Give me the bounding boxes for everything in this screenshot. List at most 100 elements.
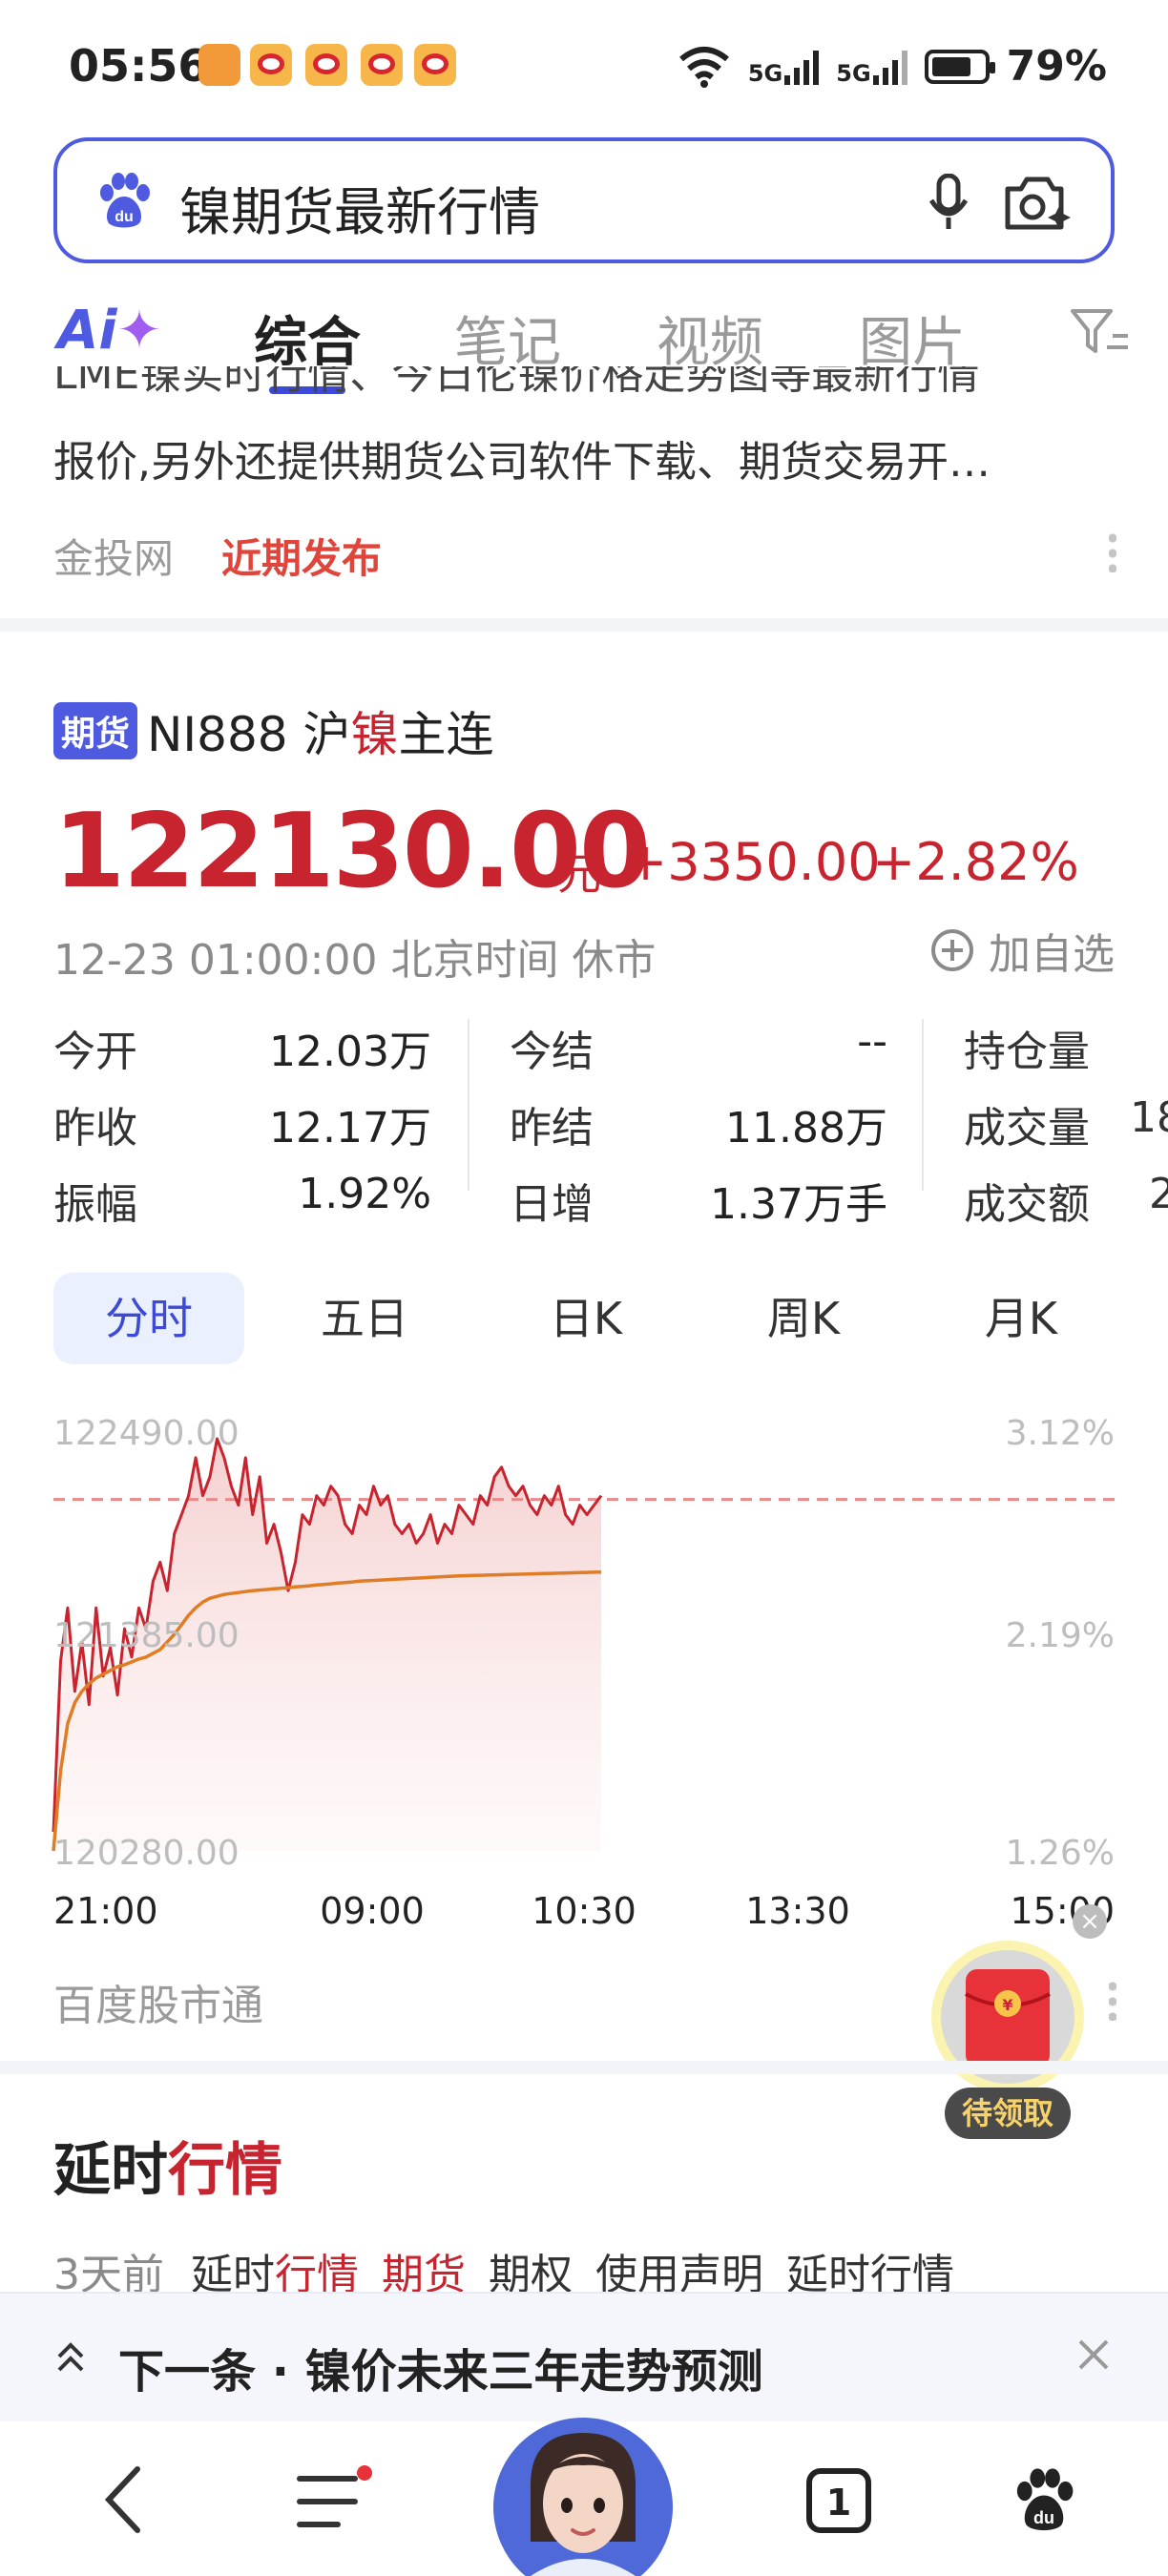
result-cut-line: LME镍实时行情、今日伦镍价格走势图等最新行情 (53, 366, 1103, 401)
futures-name: NI888 沪镍主连 (147, 696, 493, 765)
close-widget-icon[interactable]: × (1073, 1904, 1107, 1939)
futures-highlight: 镍 (350, 707, 399, 762)
baidu-paw-icon[interactable]: du (1010, 2465, 1078, 2534)
price-unit: 元 (557, 848, 601, 900)
signal-label: 5G (836, 59, 871, 87)
chart-tab-intraday[interactable]: 分时 (53, 1273, 244, 1364)
y-tick-label-left: 121385.00 (53, 1616, 240, 1655)
stat-label-settle: 今结 (510, 1028, 594, 1076)
price-change: +3350.00 (624, 832, 881, 892)
tab-videos[interactable]: 视频 (657, 300, 763, 377)
assistant-avatar[interactable] (492, 2418, 674, 2576)
signal-5g-icon: 5G (836, 49, 907, 85)
x-tick-label: 09:00 (320, 1890, 425, 1927)
chart-tab-daily-k[interactable]: 日K (490, 1273, 681, 1364)
red-packet-icon: ¥ 待领取 (931, 1941, 1084, 2139)
back-icon[interactable] (99, 2463, 149, 2536)
stat-label-prev-settle: 昨结 (510, 1104, 594, 1153)
weibo-notification-icon (305, 44, 347, 86)
price-change-percent: +2.82% (872, 832, 1079, 892)
section-divider (0, 2061, 1168, 2074)
stat-value-prev-close: 12.17万 (269, 1104, 431, 1153)
weibo-notification-icon (414, 44, 456, 86)
camera-ai-icon[interactable] (1002, 174, 1073, 233)
x-tick-label: 13:30 (745, 1890, 850, 1927)
delayed-title-red: 行情 (168, 2137, 282, 2204)
stat-divider (468, 1019, 469, 1191)
svg-text:du: du (115, 209, 134, 225)
status-bar: 05:56 5G 5G 79% (0, 0, 1168, 134)
battery-percent: 79% (1006, 42, 1107, 91)
next-result-bar[interactable]: 下一条 · 镍价未来三年走势预测 (0, 2292, 1168, 2421)
baidu-paw-icon: du (100, 173, 150, 228)
system-icons: 5G 5G 79% (678, 42, 1107, 91)
delayed-market-title[interactable]: 延时行情 (53, 2124, 282, 2207)
stat-divider (922, 1019, 924, 1191)
filter-icon[interactable] (1069, 305, 1130, 359)
stat-value-open: 12.03万 (269, 1028, 431, 1076)
ai-tab[interactable]: Ai✦ (57, 300, 161, 362)
tab-count: 1 (826, 2482, 851, 2524)
more-options-icon[interactable] (1109, 1979, 1116, 2021)
tab-comprehensive[interactable]: 综合 (254, 300, 361, 394)
add-circle-icon (931, 929, 973, 971)
tabs-icon[interactable]: 1 (805, 2467, 872, 2534)
y-tick-label-left: 122490.00 (53, 1414, 240, 1453)
microphone-icon[interactable] (928, 174, 970, 231)
red-packet-widget[interactable]: ¥ 待领取 (928, 1937, 1088, 2147)
chart-tab-five-day[interactable]: 五日 (269, 1273, 460, 1364)
stat-value-daily-increase: 1.37万手 (710, 1180, 887, 1229)
y-tick-label-right: 2.19% (1006, 1616, 1115, 1655)
stat-value-turnover: 2 (1149, 1170, 1168, 1218)
search-input[interactable]: 镍期货最新行情 (179, 170, 540, 245)
futures-badge: 期货 (53, 702, 138, 759)
red-packet-label: 待领取 (962, 2095, 1053, 2131)
chart-source[interactable]: 百度股市通 (53, 1971, 263, 2032)
svg-text:du: du (1033, 2508, 1054, 2527)
stat-value-volume: 18 (1130, 1093, 1168, 1142)
futures-suffix: 主连 (398, 707, 494, 762)
stat-label-prev-close: 昨收 (53, 1104, 137, 1153)
more-options-icon[interactable] (1109, 530, 1116, 572)
close-icon[interactable] (1073, 2334, 1115, 2376)
chart-tab-weekly-k[interactable]: 周K (708, 1273, 899, 1364)
ai-label: Ai (57, 300, 117, 362)
stat-label-daily-increase: 日增 (510, 1180, 594, 1229)
y-tick-label-right: 1.26% (1006, 1834, 1115, 1873)
add-watchlist-button[interactable]: 加自选 (931, 920, 1115, 981)
futures-title[interactable]: 期货 NI888 沪镍主连 (53, 696, 494, 765)
battery-icon (924, 49, 995, 84)
result-recent-tag: 近期发布 (221, 535, 383, 582)
next-result-text[interactable]: 下一条 · 镍价未来三年走势预测 (118, 2334, 763, 2400)
delayed-title-plain: 延时 (53, 2137, 168, 2204)
menu-icon[interactable] (296, 2465, 372, 2534)
stat-label-open: 今开 (53, 1028, 137, 1076)
x-tick-label: 10:30 (532, 1890, 636, 1927)
tab-images[interactable]: 图片 (859, 300, 966, 377)
y-tick-label-left: 120280.00 (53, 1834, 240, 1873)
stat-label-open-interest: 持仓量 (964, 1028, 1090, 1076)
bottom-navigation: 1 du (0, 2418, 1168, 2576)
signal-5g-icon: 5G (747, 49, 820, 87)
futures-code: NI888 沪 (147, 707, 351, 762)
search-bar[interactable]: du 镍期货最新行情 (53, 137, 1115, 263)
section-divider (0, 618, 1168, 632)
stat-value-amplitude: 1.92% (298, 1170, 431, 1218)
stat-label-amplitude: 振幅 (53, 1180, 137, 1229)
stat-value-prev-settle: 11.88万 (725, 1104, 887, 1153)
result-source[interactable]: 金投网 (53, 527, 174, 585)
chart-tab-monthly-k[interactable]: 月K (926, 1273, 1116, 1364)
signal-label: 5G (747, 59, 783, 87)
result-snippet[interactable]: 报价,另外还提供期货公司软件下载、期货交易开… (53, 427, 991, 488)
stat-label-turnover: 成交额 (964, 1180, 1090, 1229)
y-tick-label-right: 3.12% (1006, 1414, 1115, 1453)
red-packet-symbol: ¥ (1002, 1996, 1012, 2014)
sparkle-icon: ✦ (116, 300, 162, 362)
result-cut-text: LME镍实时行情、今日伦镍价格走势图等最新行情 (53, 366, 980, 399)
quote-timestamp: 12-23 01:00:00 北京时间 休市 (53, 936, 657, 985)
x-tick-label: 21:00 (53, 1890, 158, 1927)
intraday-chart[interactable]: 122490.00 121385.00 120280.00 3.12% 2.19% 1.2… (0, 1393, 1168, 1927)
add-watchlist-label: 加自选 (989, 930, 1115, 979)
tab-notes[interactable]: 笔记 (454, 300, 561, 377)
stat-value-settle: -- (857, 1017, 887, 1066)
